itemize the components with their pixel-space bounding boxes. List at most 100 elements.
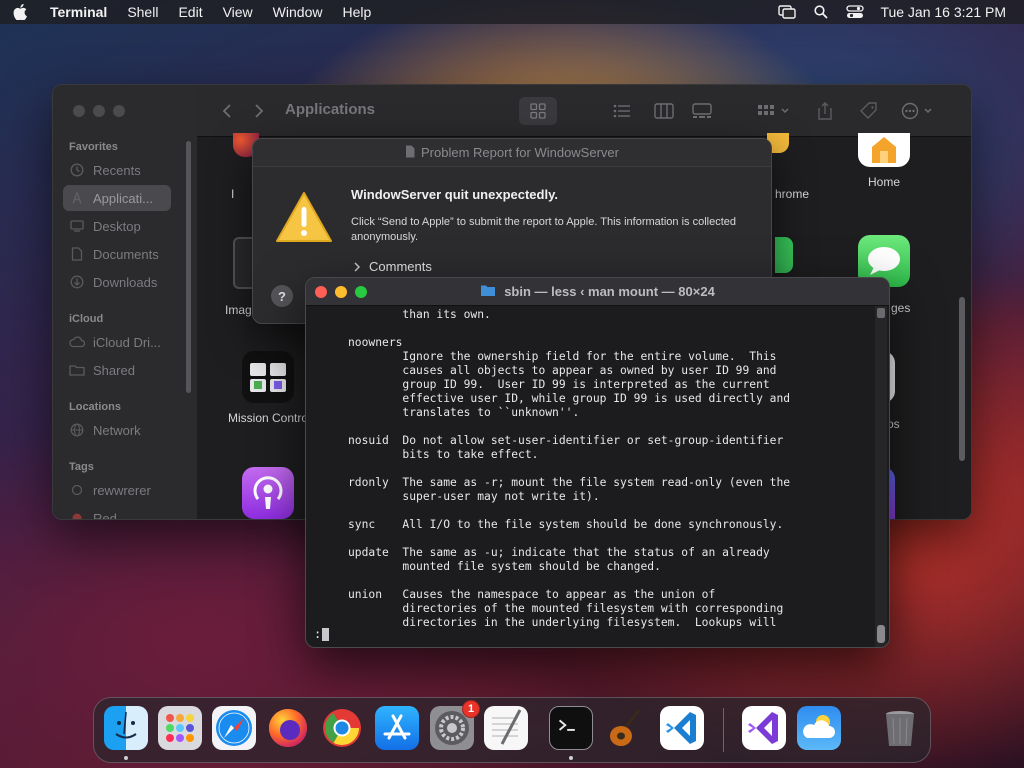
app-label: ges	[891, 301, 911, 315]
launchpad-dock-icon[interactable]	[158, 706, 202, 750]
zoom-button[interactable]	[113, 105, 125, 117]
home-app-icon	[858, 133, 910, 167]
sidebar-item-tag-red[interactable]: Red	[63, 505, 171, 520]
terminal-window: sbin — less ‹ man mount — 80×24 than its…	[305, 277, 890, 648]
more-actions-icon[interactable]	[899, 99, 939, 123]
app-label: Home	[867, 175, 900, 189]
menu-help[interactable]: Help	[332, 4, 381, 20]
report-title: Problem Report for WindowServer	[421, 145, 619, 160]
terminal-line: nosuid Do not allow set-user-identifier …	[348, 434, 784, 447]
system-settings-dock-icon[interactable]: 1	[430, 700, 480, 750]
zoom-button[interactable]	[355, 286, 367, 298]
terminal-line: super-user may not write it).	[402, 490, 600, 503]
visual-studio-dock-icon[interactable]	[742, 706, 786, 750]
menu-extras: Tue Jan 16 3:21 PM	[778, 4, 1024, 20]
clock-icon	[69, 162, 85, 178]
folder-icon	[480, 284, 496, 300]
red-tag-icon	[69, 510, 85, 519]
sidebar-item-downloads[interactable]: Downloads	[63, 269, 171, 295]
minimize-button[interactable]	[335, 286, 347, 298]
screen-mirroring-icon[interactable]	[778, 5, 797, 19]
column-view-icon[interactable]	[651, 99, 677, 123]
sidebar-item-label: Red	[93, 510, 117, 520]
sidebar-item-desktop[interactable]: Desktop	[63, 213, 171, 239]
sidebar-section-favorites: Favorites	[69, 141, 118, 153]
vscode-dock-icon[interactable]	[660, 706, 704, 750]
terminal-line: Ignore the ownership field for the entir…	[402, 350, 777, 363]
control-center-icon[interactable]	[846, 5, 865, 19]
safari-dock-icon[interactable]	[212, 706, 256, 750]
back-icon[interactable]	[217, 99, 237, 123]
sidebar-item-recents[interactable]: Recents	[63, 157, 171, 183]
app-tile-green-partial[interactable]	[775, 237, 805, 273]
forward-icon[interactable]	[249, 99, 269, 123]
weather-dock-icon[interactable]	[797, 706, 841, 750]
garageband-dock-icon[interactable]	[605, 706, 649, 750]
menu-edit[interactable]: Edit	[168, 4, 212, 20]
sidebar-item-label: Downloads	[93, 274, 158, 290]
report-titlebar: Problem Report for WindowServer	[253, 139, 771, 167]
chrome-dock-icon[interactable]	[320, 706, 364, 750]
globe-icon	[69, 422, 85, 438]
textedit-dock-icon[interactable]	[484, 706, 528, 750]
sidebar-item-icloud-drive[interactable]: iCloud Dri...	[63, 329, 171, 355]
less-prompt[interactable]: :	[314, 627, 330, 641]
help-button[interactable]: ?	[271, 285, 293, 307]
terminal-line: effective user ID, while group ID 99 is …	[402, 392, 791, 405]
finder-dock-icon[interactable]	[104, 706, 148, 750]
running-indicator	[569, 756, 573, 760]
terminal-output[interactable]: than its own. noowners Ignore the owners…	[314, 308, 871, 630]
comments-label: Comments	[369, 259, 432, 274]
download-icon	[69, 274, 85, 290]
comments-disclosure[interactable]: Comments	[353, 259, 432, 274]
apple-menu-icon[interactable]	[0, 4, 40, 20]
terminal-scroll-thumb[interactable]	[877, 625, 885, 643]
gallery-view-icon[interactable]	[689, 99, 715, 123]
menu-view[interactable]: View	[213, 4, 263, 20]
terminal-line: mounted file system should be changed.	[402, 560, 661, 573]
sidebar-item-label: rewwrerer	[93, 482, 151, 498]
sidebar-item-network[interactable]: Network	[63, 417, 171, 443]
terminal-line: bits to take effect.	[402, 448, 539, 461]
finder-scrollbar[interactable]	[959, 297, 965, 461]
app-tile-photos-label[interactable]: os	[887, 417, 917, 431]
app-label: Mission Contro	[227, 411, 309, 425]
report-heading: WindowServer quit unexpectedly.	[351, 187, 558, 202]
close-button[interactable]	[315, 286, 327, 298]
sidebar-item-documents[interactable]: Documents	[63, 241, 171, 267]
terminal-scrollbar[interactable]	[875, 306, 887, 647]
sidebar-item-applications[interactable]: Applicati...	[63, 185, 171, 211]
sidebar-item-shared[interactable]: Shared	[63, 357, 171, 383]
menu-clock[interactable]: Tue Jan 16 3:21 PM	[880, 4, 1006, 20]
list-view-icon[interactable]	[609, 99, 635, 123]
menu-app-name[interactable]: Terminal	[40, 4, 117, 20]
document-icon	[69, 246, 85, 262]
close-button[interactable]	[73, 105, 85, 117]
sidebar-section-tags: Tags	[69, 461, 94, 473]
desktop-icon	[69, 218, 85, 234]
spotlight-search-icon[interactable]	[812, 5, 830, 19]
text-cursor	[322, 627, 330, 641]
app-tile-home[interactable]: Home	[829, 133, 939, 189]
terminal-dock-icon[interactable]	[549, 706, 593, 750]
finder-sidebar: Favorites Recents Applicati... Desktop D…	[53, 85, 197, 519]
minimize-button[interactable]	[93, 105, 105, 117]
grid-view-icon[interactable]	[525, 99, 551, 123]
sidebar-item-label: Applicati...	[93, 190, 153, 206]
menu-shell[interactable]: Shell	[117, 4, 168, 20]
finder-toolbar: Applications	[197, 85, 971, 137]
app-tile-messages-label[interactable]: ges	[891, 301, 921, 315]
tag-icon[interactable]	[857, 99, 881, 123]
trash-dock-icon[interactable]	[878, 706, 922, 750]
terminal-line: directories of the mounted filesystem wi…	[402, 602, 784, 615]
applications-icon	[69, 190, 85, 206]
sidebar-item-tag-rewwrerer[interactable]: rewwrerer	[63, 477, 171, 503]
app-store-dock-icon[interactable]	[375, 706, 419, 750]
scroll-marker-icon[interactable]	[877, 308, 885, 318]
menu-window[interactable]: Window	[263, 4, 333, 20]
group-by-icon[interactable]	[755, 99, 795, 123]
terminal-line: sync All I/O to the file system should b…	[348, 518, 784, 531]
firefox-dock-icon[interactable]	[266, 706, 310, 750]
share-icon[interactable]	[813, 99, 837, 123]
app-tile-chrome[interactable]: hrome	[775, 187, 835, 201]
